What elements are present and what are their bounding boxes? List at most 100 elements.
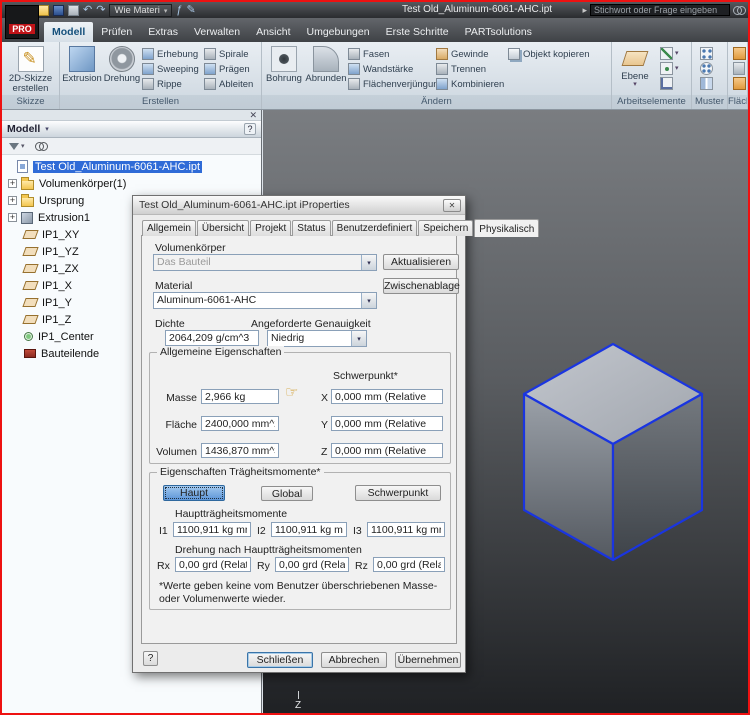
work-axis-button[interactable]: ▾ — [660, 47, 679, 60]
rz-field[interactable] — [373, 557, 445, 572]
dialog-help-icon[interactable]: ? — [143, 651, 158, 666]
ableiten-button[interactable]: Ableiten — [204, 77, 262, 91]
close-icon[interactable]: ✕ — [443, 199, 461, 212]
create-2d-sketch-button[interactable]: ✎ 2D-Skizze erstellen — [5, 43, 57, 95]
browser-help-icon[interactable]: ? — [244, 123, 256, 135]
tree-item-volumenkoerper[interactable]: + Volumenkörper(1) — [2, 175, 261, 192]
tab-allgemein[interactable]: Allgemein — [142, 220, 196, 236]
flaeche-field[interactable] — [201, 416, 279, 431]
tab-physikalisch[interactable]: Physikalisch — [474, 219, 539, 237]
mirror-button[interactable] — [700, 77, 713, 90]
aktualisieren-button[interactable]: Aktualisieren — [383, 254, 459, 270]
browser-header[interactable]: Modell ▾ ? — [2, 121, 261, 138]
schliessen-button[interactable]: Schließen — [247, 652, 313, 668]
tab-modell[interactable]: Modell — [44, 22, 93, 42]
tab-extras[interactable]: Extras — [140, 22, 186, 42]
abrunden-button[interactable]: Abrunden — [304, 43, 348, 84]
global-button[interactable]: Global — [261, 486, 313, 501]
praegen-button[interactable]: Prägen — [204, 62, 262, 76]
ebene-button[interactable]: Ebene ▾ — [614, 43, 656, 87]
filter-icon[interactable]: ▾ — [9, 142, 25, 150]
schwerpunkt-z-field[interactable] — [331, 443, 443, 458]
panel-label-skizze[interactable]: Skizze — [2, 95, 59, 109]
material-select[interactable]: Aluminum-6061-AHC ▾ — [153, 292, 377, 309]
inventor-logo[interactable]: PRO — [5, 5, 39, 39]
ucs-button[interactable] — [660, 77, 679, 90]
ry-field[interactable] — [275, 557, 349, 572]
open-file-icon[interactable] — [38, 5, 49, 16]
erhebung-button[interactable]: Erhebung — [142, 47, 204, 61]
objekt-kopieren-button[interactable]: Objekt kopieren — [508, 47, 596, 61]
close-browser-icon[interactable]: ✕ — [249, 110, 257, 121]
search-icon[interactable] — [733, 5, 746, 15]
tab-verwalten[interactable]: Verwalten — [186, 22, 248, 42]
i1-field[interactable] — [173, 522, 251, 537]
haupt-button[interactable]: Haupt — [163, 485, 225, 501]
panel-label-flaeche[interactable]: Fläche — [728, 95, 747, 109]
wandstaerke-button[interactable]: Wandstärke — [348, 62, 436, 76]
schwerpunkt-y-field[interactable] — [331, 416, 443, 431]
kombinieren-button[interactable]: Kombinieren — [436, 77, 508, 91]
tab-speichern[interactable]: Speichern — [418, 220, 473, 236]
work-axis-icon — [22, 281, 38, 290]
panel-label-muster[interactable]: Muster — [692, 95, 727, 109]
panel-label-erstellen[interactable]: Erstellen — [60, 95, 261, 109]
tab-pruefen[interactable]: Prüfen — [93, 22, 140, 42]
rippe-button[interactable]: Rippe — [142, 77, 204, 91]
redo-icon[interactable]: ↷ — [96, 5, 105, 16]
fx-icon[interactable]: ƒ — [176, 5, 182, 16]
sweeping-button[interactable]: Sweeping — [142, 62, 204, 76]
tab-ansicht[interactable]: Ansicht — [248, 22, 298, 42]
tab-umgebungen[interactable]: Umgebungen — [299, 22, 378, 42]
tab-erste-schritte[interactable]: Erste Schritte — [378, 22, 457, 42]
i3-field[interactable] — [367, 522, 445, 537]
volumen-field[interactable] — [201, 443, 279, 458]
schwerpunkt-button[interactable]: Schwerpunkt — [355, 485, 441, 501]
volumen-label: Volumen — [153, 446, 197, 458]
surface-button-3[interactable] — [733, 77, 746, 90]
expand-arrow-icon[interactable]: ▸ — [582, 5, 587, 16]
expand-icon[interactable]: + — [8, 213, 17, 222]
abbrechen-button[interactable]: Abbrechen — [321, 652, 387, 668]
drehung-button[interactable]: Drehung — [102, 43, 142, 84]
fasen-button[interactable]: Fasen — [348, 47, 436, 61]
search-input[interactable] — [590, 4, 730, 16]
print-icon[interactable] — [68, 5, 79, 16]
rectangular-pattern-button[interactable] — [700, 47, 713, 60]
trennen-button[interactable]: Trennen — [436, 62, 508, 76]
tree-item-root[interactable]: Test Old_Aluminum-6061-AHC.ipt — [2, 158, 261, 175]
schwerpunkt-x-field[interactable] — [331, 389, 443, 404]
dichte-field[interactable] — [165, 330, 259, 346]
flaechenverjuengung-button[interactable]: Flächenverjüngung — [348, 77, 436, 91]
uebernehmen-button[interactable]: Übernehmen — [395, 652, 461, 668]
tab-uebersicht[interactable]: Übersicht — [197, 220, 249, 236]
gewinde-button[interactable]: Gewinde — [436, 47, 508, 61]
expand-icon[interactable]: + — [8, 179, 17, 188]
pencil-icon[interactable]: ✎ — [186, 5, 195, 16]
tab-partsolutions[interactable]: PARTsolutions — [457, 22, 540, 42]
surface-button-1[interactable] — [733, 47, 746, 60]
panel-label-arbeitselemente[interactable]: Arbeitselemente — [612, 95, 691, 109]
circular-pattern-button[interactable] — [700, 62, 713, 75]
solid-body-select[interactable]: Das Bauteil ▾ — [153, 254, 377, 271]
extrusion-button[interactable]: Extrusion — [62, 43, 102, 84]
bohrung-button[interactable]: Bohrung — [264, 43, 304, 84]
work-point-button[interactable]: ▾ — [660, 62, 679, 75]
tab-benutzerdefiniert[interactable]: Benutzerdefiniert — [332, 220, 418, 236]
undo-icon[interactable]: ↶ — [83, 5, 92, 16]
find-icon[interactable] — [35, 141, 48, 151]
material-dropdown[interactable]: Wie Materi ▾ — [109, 4, 172, 17]
surface-button-2[interactable] — [733, 62, 746, 75]
rx-field[interactable] — [175, 557, 251, 572]
spirale-button[interactable]: Spirale — [204, 47, 262, 61]
genauigkeit-select[interactable]: Niedrig ▾ — [267, 330, 367, 347]
tab-status[interactable]: Status — [292, 220, 330, 236]
zwischenablage-button[interactable]: Zwischenablage — [383, 278, 459, 294]
masse-field[interactable] — [201, 389, 279, 404]
hand-pointer-icon[interactable]: ☞ — [285, 383, 298, 401]
expand-icon[interactable]: + — [8, 196, 17, 205]
i2-field[interactable] — [271, 522, 347, 537]
tab-projekt[interactable]: Projekt — [250, 220, 291, 236]
panel-label-aendern[interactable]: Ändern — [262, 95, 611, 109]
save-icon[interactable] — [53, 5, 64, 16]
